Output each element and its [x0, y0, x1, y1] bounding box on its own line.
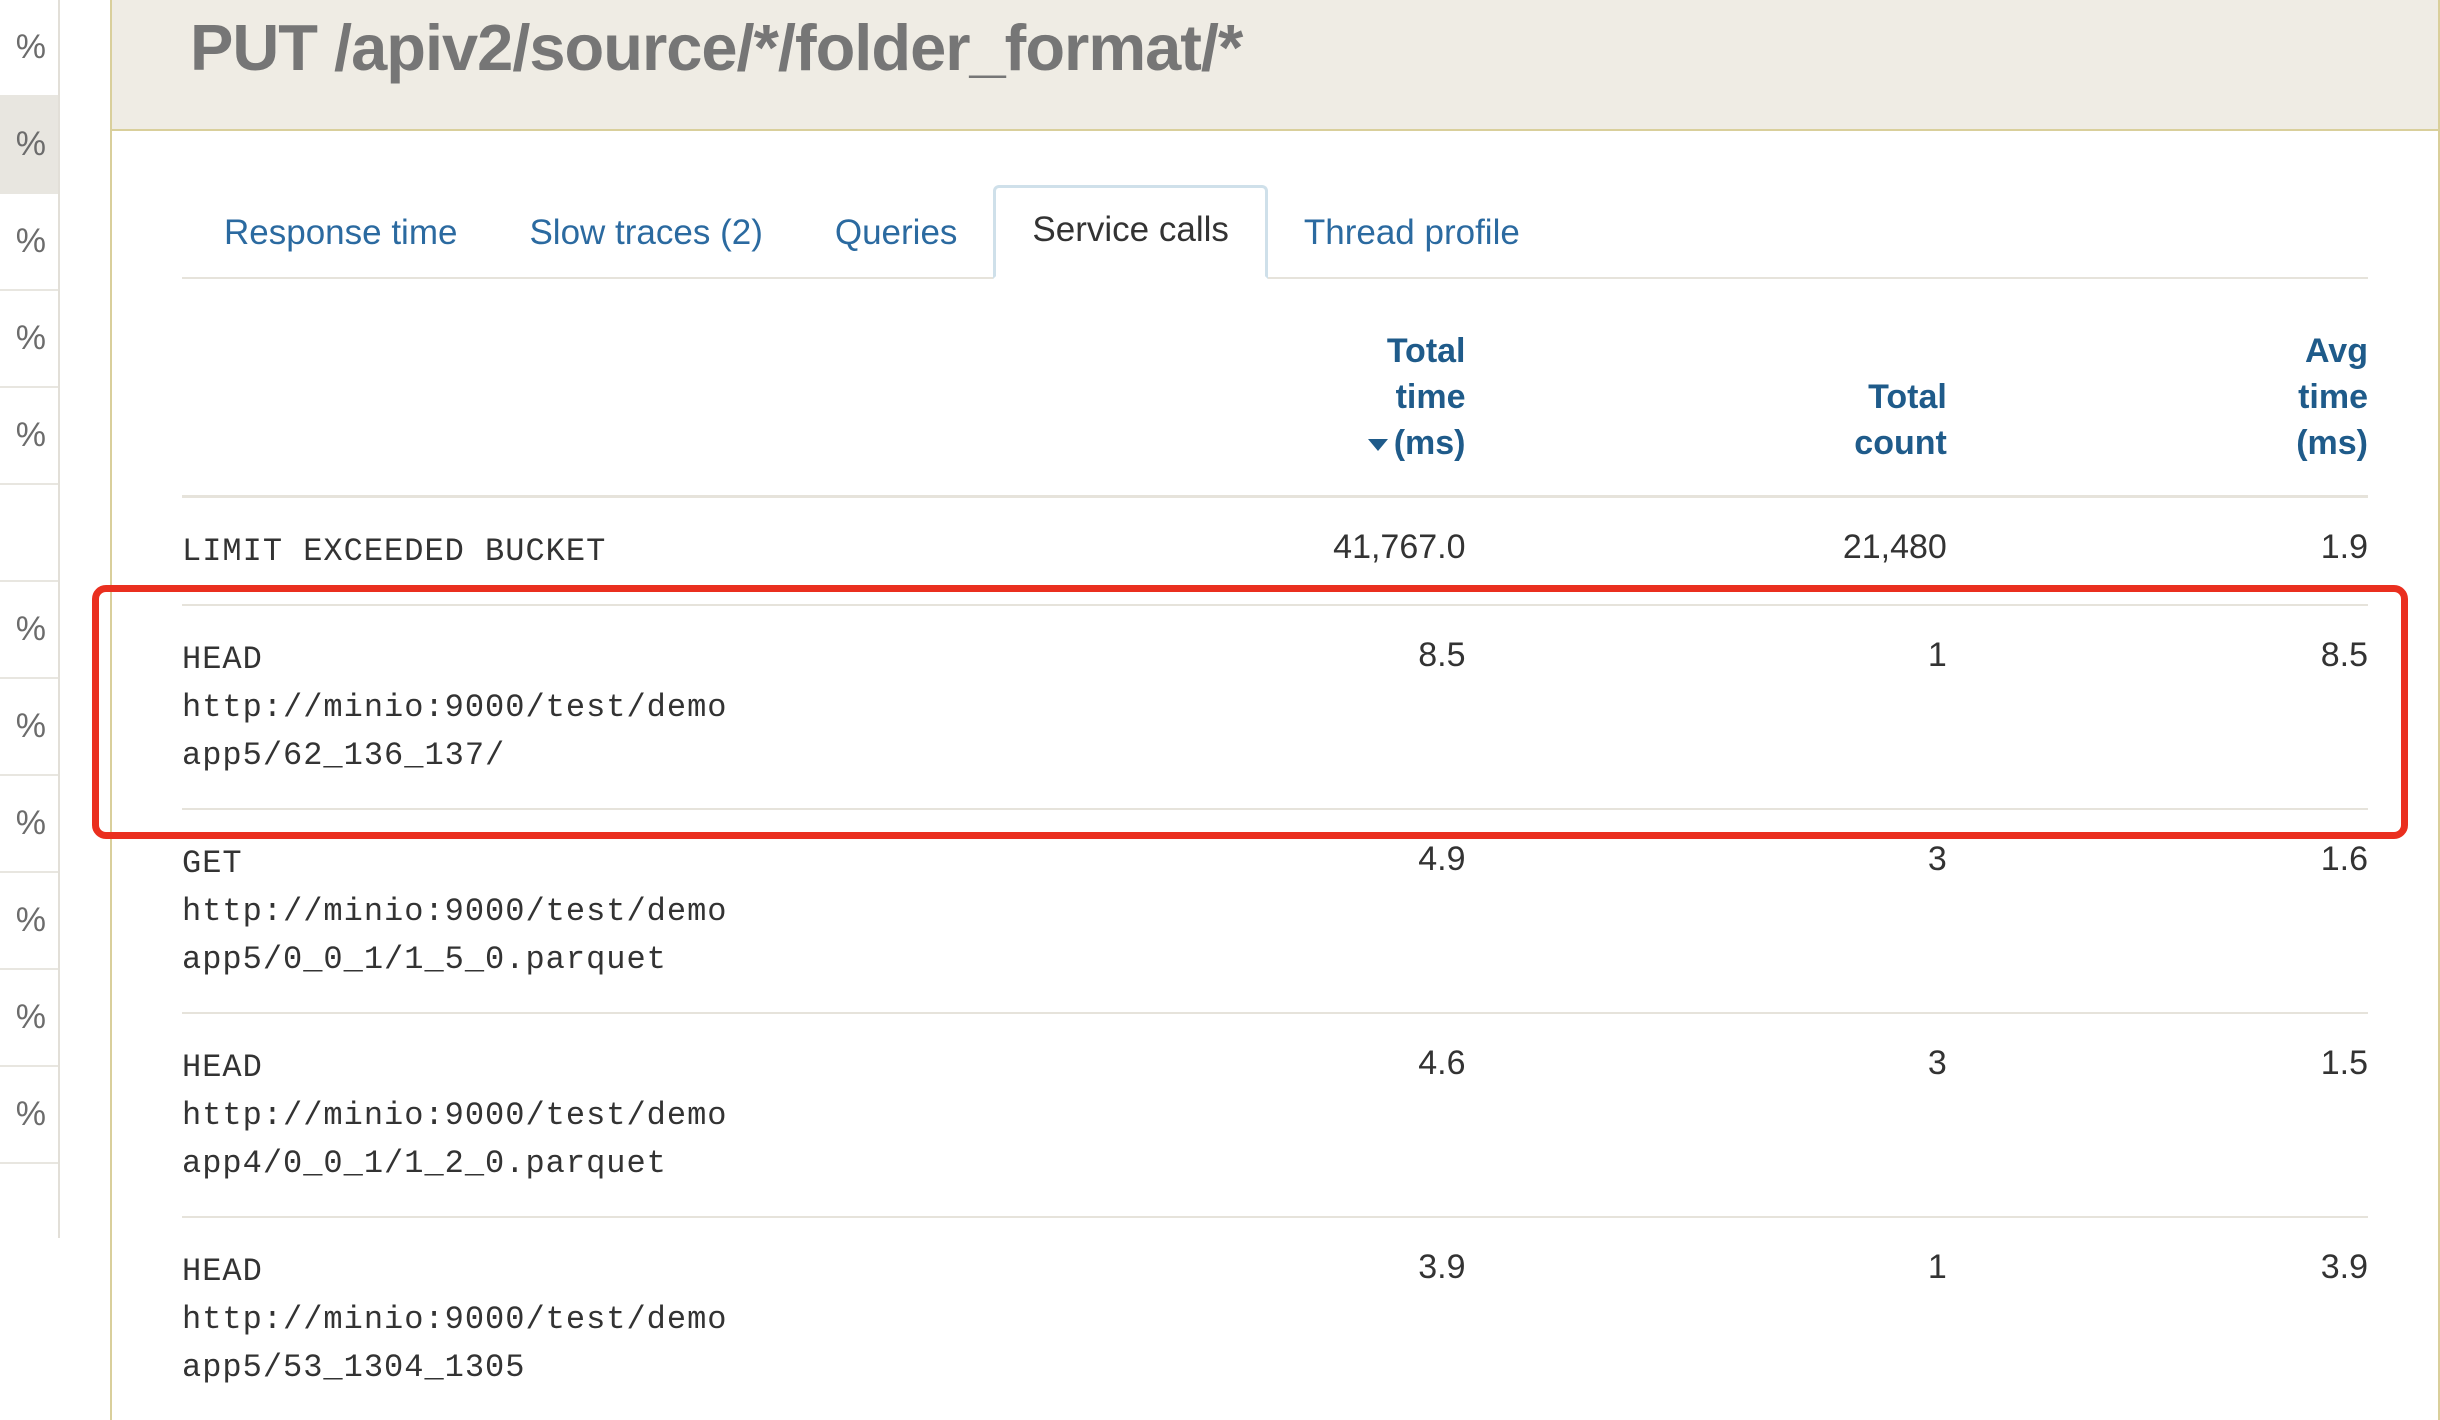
table-row[interactable]: GET http://minio:9000/test/demo app5/0_0…: [182, 809, 2368, 1013]
card-header: PUT /apiv2/source/*/folder_format/*: [112, 0, 2438, 131]
col-total-count-l1: Total: [1868, 378, 1947, 416]
table-row[interactable]: HEAD http://minio:9000/test/demo app5/62…: [182, 605, 2368, 809]
cell-name: HEAD http://minio:9000/test/demo app4/0_…: [182, 1013, 1105, 1217]
col-avg-time-l3: (ms): [2296, 424, 2368, 462]
cell-total-time: 4.9: [1105, 809, 1466, 1013]
tab-response-time[interactable]: Response time: [188, 191, 493, 279]
tab-service-calls[interactable]: Service calls: [993, 185, 1267, 279]
service-calls-tbody: LIMIT EXCEEDED BUCKET41,767.021,4801.9HE…: [182, 496, 2368, 1420]
cell-name: HEAD http://minio:9000/test/demo app5/53…: [182, 1217, 1105, 1420]
service-calls-table: Total time (ms) Total count Avg time (ms…: [182, 311, 2368, 1420]
col-avg-time[interactable]: Avg time (ms): [1947, 311, 2368, 496]
sidebar-item[interactable]: %: [0, 679, 58, 776]
sort-caret-icon: [1368, 439, 1388, 451]
col-total-count-l2: count: [1854, 424, 1947, 462]
sidebar-spacer: [0, 485, 58, 582]
cell-total-time: 3.9: [1105, 1217, 1466, 1420]
sidebar-item[interactable]: %: [0, 194, 58, 291]
cell-avg-time: 1.5: [1947, 1013, 2368, 1217]
sidebar: %%%%%%%%%%%: [0, 0, 60, 1238]
sidebar-item[interactable]: %: [0, 97, 58, 194]
cell-avg-time: 1.6: [1947, 809, 2368, 1013]
cell-total-time: 8.5: [1105, 605, 1466, 809]
col-total-count[interactable]: Total count: [1466, 311, 1947, 496]
col-total-time[interactable]: Total time (ms): [1105, 311, 1466, 496]
sidebar-item[interactable]: %: [0, 291, 58, 388]
cell-name: HEAD http://minio:9000/test/demo app5/62…: [182, 605, 1105, 809]
cell-total-count: 1: [1466, 1217, 1947, 1420]
tab-slow-traces-2[interactable]: Slow traces (2): [493, 191, 798, 279]
table-row[interactable]: HEAD http://minio:9000/test/demo app4/0_…: [182, 1013, 2368, 1217]
table-row[interactable]: LIMIT EXCEEDED BUCKET41,767.021,4801.9: [182, 496, 2368, 605]
cell-total-count: 3: [1466, 1013, 1947, 1217]
page-title: PUT /apiv2/source/*/folder_format/*: [190, 10, 2368, 85]
sidebar-item[interactable]: %: [0, 582, 58, 679]
col-total-time-l1: Total: [1387, 332, 1466, 370]
cell-total-time: 41,767.0: [1105, 496, 1466, 605]
sidebar-item[interactable]: %: [0, 873, 58, 970]
cell-total-count: 3: [1466, 809, 1947, 1013]
table-row[interactable]: HEAD http://minio:9000/test/demo app5/53…: [182, 1217, 2368, 1420]
col-total-time-l3: (ms): [1394, 424, 1466, 462]
tab-thread-profile[interactable]: Thread profile: [1268, 191, 1556, 279]
cell-total-time: 4.6: [1105, 1013, 1466, 1217]
sidebar-item[interactable]: %: [0, 388, 58, 485]
cell-avg-time: 8.5: [1947, 605, 2368, 809]
cell-name: LIMIT EXCEEDED BUCKET: [182, 496, 1105, 605]
cell-total-count: 21,480: [1466, 496, 1947, 605]
card-body: Response timeSlow traces (2)QueriesServi…: [112, 131, 2438, 1420]
sidebar-item[interactable]: %: [0, 776, 58, 873]
transaction-card: PUT /apiv2/source/*/folder_format/* Resp…: [110, 0, 2440, 1420]
tab-bar: Response timeSlow traces (2)QueriesServi…: [182, 183, 2368, 279]
sidebar-item[interactable]: %: [0, 1067, 58, 1164]
cell-total-count: 1: [1466, 605, 1947, 809]
col-avg-time-l1: Avg: [2305, 332, 2368, 370]
tab-queries[interactable]: Queries: [799, 191, 994, 279]
col-total-time-l2: time: [1396, 378, 1466, 416]
cell-avg-time: 1.9: [1947, 496, 2368, 605]
col-avg-time-l2: time: [2298, 378, 2368, 416]
sidebar-item[interactable]: %: [0, 0, 58, 97]
cell-avg-time: 3.9: [1947, 1217, 2368, 1420]
col-name[interactable]: [182, 311, 1105, 496]
cell-name: GET http://minio:9000/test/demo app5/0_0…: [182, 809, 1105, 1013]
sidebar-item[interactable]: %: [0, 970, 58, 1067]
